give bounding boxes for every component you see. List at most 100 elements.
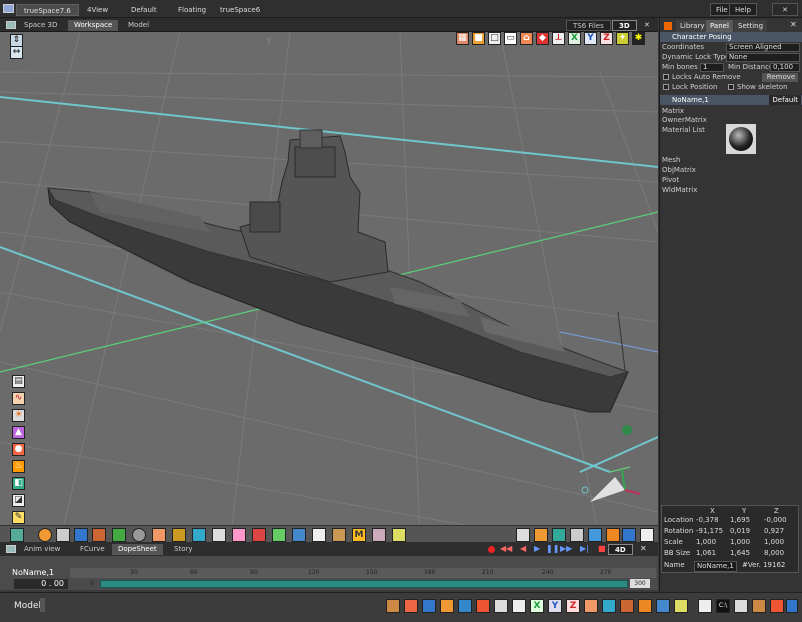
expand-icon[interactable]: ✱ <box>632 32 645 45</box>
refresh-icon[interactable] <box>622 528 636 542</box>
tab-anim-view[interactable]: Anim view <box>18 544 66 555</box>
grid-icon[interactable] <box>570 528 584 542</box>
forward-button[interactable]: ▶▶ <box>560 544 572 553</box>
cube-grid-icon[interactable] <box>172 528 186 542</box>
tool-cube-icon[interactable] <box>458 599 472 613</box>
help-icon[interactable] <box>640 528 654 542</box>
bbsize-z[interactable]: 8,000 <box>764 549 784 558</box>
play-button[interactable]: ▶ <box>534 544 540 553</box>
layers-icon[interactable] <box>588 528 602 542</box>
rotation-y[interactable]: 0,019 <box>730 527 750 536</box>
tab-fcurve[interactable]: FCurve <box>74 544 111 555</box>
tool-export-icon[interactable] <box>734 599 748 613</box>
home-icon[interactable]: ⌂ <box>520 32 533 45</box>
selection-nav-icon[interactable]: ↔ <box>10 46 23 59</box>
coordinate-mode-icon[interactable]: ✦ <box>616 32 629 45</box>
tab-truespace6[interactable]: trueSpace6 <box>213 4 267 16</box>
tab-setting[interactable]: Setting <box>734 20 768 32</box>
scale-z[interactable]: 1,000 <box>764 538 784 547</box>
rewind-button[interactable]: ◀◀ <box>500 544 512 553</box>
tool-frame-icon[interactable] <box>494 599 508 613</box>
material-ball-icon[interactable]: ● <box>12 443 25 456</box>
bbsize-y[interactable]: 1,645 <box>730 549 750 558</box>
pause-button[interactable]: ❚❚ <box>546 544 559 553</box>
avatar-icon[interactable] <box>372 528 386 542</box>
gradient-tool-icon[interactable]: ▲ <box>12 426 25 439</box>
boolean-icon[interactable] <box>332 528 346 542</box>
pivot-item[interactable]: Pivot <box>662 176 679 185</box>
pencil-tool-icon[interactable]: ✎ <box>12 511 25 524</box>
tool-link-icon[interactable] <box>584 599 598 613</box>
objmatrix-item[interactable]: ObjMatrix <box>662 166 696 175</box>
tool-z-icon[interactable]: Z <box>566 599 580 613</box>
light-tool-icon[interactable]: ☀ <box>12 409 25 422</box>
owner-matrix-item[interactable]: OwnerMatrix <box>662 116 707 125</box>
viewport-close-icon[interactable]: ✕ <box>638 20 656 31</box>
loop-button[interactable]: ▶| <box>580 544 589 553</box>
text-m-icon[interactable]: M <box>352 528 366 542</box>
tool-glue-icon[interactable] <box>638 599 652 613</box>
scale-y[interactable]: 1,000 <box>730 538 750 547</box>
view-3d-button[interactable]: 3D <box>612 20 637 31</box>
frame-icon[interactable]: □ <box>488 32 501 45</box>
spline-icon[interactable] <box>252 528 266 542</box>
tab-panel[interactable]: Panel <box>706 20 733 32</box>
tool-material-icon[interactable] <box>674 599 688 613</box>
tool-axes-icon[interactable] <box>512 599 526 613</box>
ts6-files-button[interactable]: TS6 Files <box>566 20 611 31</box>
tree-icon[interactable] <box>112 528 126 542</box>
tool-axis-icon[interactable] <box>404 599 418 613</box>
path-icon[interactable] <box>272 528 286 542</box>
timeline[interactable]: NoName,1 30 60 90 120 150 180 210 240 27… <box>0 556 658 590</box>
axis-z-toggle[interactable]: Z <box>600 32 613 45</box>
name-field[interactable]: NoName,1 <box>694 561 737 572</box>
camera-icon[interactable] <box>552 528 566 542</box>
mesh-item[interactable]: Mesh <box>662 156 680 165</box>
tool-copy-icon[interactable] <box>698 599 712 613</box>
tool-palette-icon[interactable] <box>770 599 784 613</box>
move-icon[interactable] <box>534 528 548 542</box>
locks-auto-remove-checkbox[interactable] <box>663 74 669 80</box>
coordinates-select[interactable]: Screen Aligned <box>726 43 800 52</box>
cube-orange-icon[interactable] <box>606 528 620 542</box>
help-menu-button[interactable]: Help <box>729 3 757 16</box>
cube-icon[interactable]: ■ <box>472 32 485 45</box>
globe-icon[interactable] <box>132 528 146 542</box>
deform-icon[interactable] <box>192 528 206 542</box>
tool-deform-icon[interactable] <box>602 599 616 613</box>
tab-model[interactable]: Model <box>122 20 155 31</box>
material-preview[interactable] <box>726 124 756 154</box>
tool-rotate-icon[interactable] <box>422 599 436 613</box>
object-panel-header[interactable]: NoName,1 Default <box>660 95 802 105</box>
viewport-3d[interactable]: Y ⇕ ↔ ▦ ■ □ ▭ ⌂ ◆ ⟂ X Y Z ✦ ✱ ▤ ∿ ☀ ▲ ● … <box>0 32 658 542</box>
tool-scene-icon[interactable] <box>752 599 766 613</box>
tab-story[interactable]: Story <box>168 544 199 555</box>
tab-library[interactable]: Library <box>676 20 709 32</box>
tab-workspace[interactable]: Workspace <box>68 20 119 31</box>
heart-icon[interactable] <box>232 528 246 542</box>
play-back-button[interactable]: ◀ <box>520 544 526 553</box>
location-z[interactable]: -0,000 <box>764 516 787 525</box>
mesh-icon[interactable] <box>212 528 226 542</box>
tab-floating[interactable]: Floating <box>171 4 213 16</box>
tab-dopesheet[interactable]: DopeSheet <box>112 544 163 555</box>
cube-blue-icon[interactable] <box>292 528 306 542</box>
axes-icon[interactable]: ⟂ <box>552 32 565 45</box>
mode-4d-button[interactable]: 4D <box>608 544 633 555</box>
tab-4view[interactable]: 4View <box>80 4 115 16</box>
location-y[interactable]: 1,695 <box>730 516 750 525</box>
lock-position-checkbox[interactable] <box>663 84 669 90</box>
library-icon[interactable]: ▦ <box>456 32 469 45</box>
wand-icon[interactable] <box>56 528 70 542</box>
primitive-icon[interactable] <box>10 528 24 542</box>
range-slider[interactable] <box>100 580 628 588</box>
tool-render-icon[interactable] <box>786 599 798 613</box>
rotation-x[interactable]: -91,175 <box>696 527 723 536</box>
tool-object-icon[interactable] <box>476 599 490 613</box>
fire-tool-icon[interactable]: ♨ <box>12 460 25 473</box>
lathe-icon[interactable] <box>312 528 326 542</box>
tool-move-icon[interactable] <box>386 599 400 613</box>
scale-x[interactable]: 1,000 <box>696 538 716 547</box>
close-button[interactable]: ✕ <box>772 3 798 16</box>
tool-scale-icon[interactable] <box>440 599 454 613</box>
